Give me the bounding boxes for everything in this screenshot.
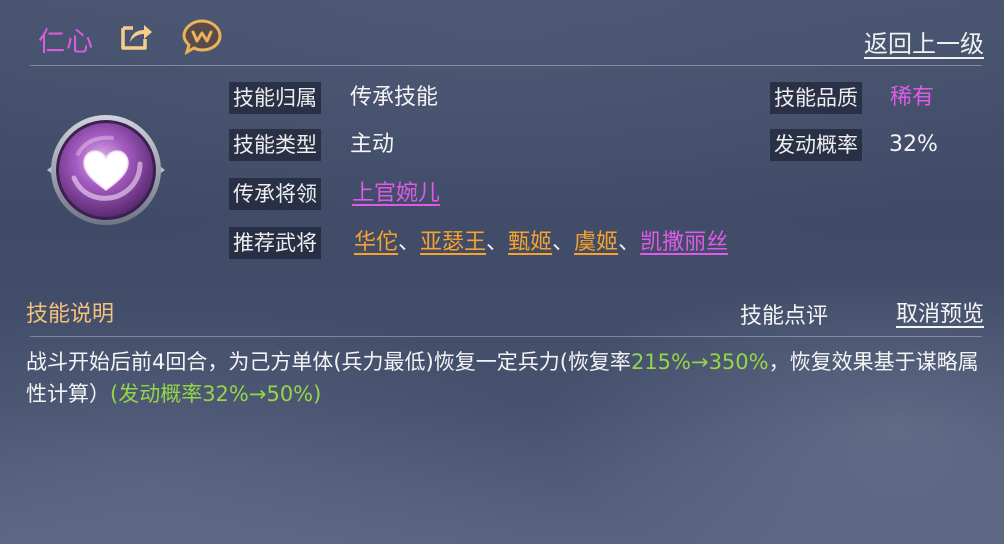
- skill-review-button[interactable]: 技能点评: [740, 298, 828, 330]
- separator: 、: [552, 230, 575, 255]
- belong-value: 传承技能: [350, 85, 439, 110]
- general-link[interactable]: 虞姬: [574, 230, 618, 255]
- general-link[interactable]: 亚瑟王: [420, 230, 486, 255]
- general-link[interactable]: 凯撒丽丝: [640, 230, 728, 255]
- skill-description: 战斗开始后前4回合，为己方单体(兵力最低)恢复一定兵力(恢复率215%→350%…: [26, 346, 986, 410]
- skill-emblem: [44, 108, 168, 232]
- description-upgrade-value: 215%→350%: [630, 350, 769, 374]
- separator: 、: [398, 230, 421, 255]
- share-icon[interactable]: [118, 19, 154, 53]
- type-value: 主动: [350, 132, 395, 157]
- back-button[interactable]: 返回上一级: [864, 24, 984, 59]
- quality-value: 稀有: [890, 85, 935, 110]
- header-divider: [30, 65, 982, 66]
- inherit-label: 传承将领: [229, 178, 321, 210]
- chance-label: 发动概率: [770, 129, 862, 161]
- cancel-preview-button[interactable]: 取消预览: [896, 296, 984, 328]
- skill-detail-panel: 仁心 返回上一级 技能归属 传承技能 技能类型 主动 传承将领 上官婉儿 推荐武…: [0, 0, 1004, 544]
- chat-bubble-icon[interactable]: [181, 18, 223, 56]
- description-upgrade-chance: (发动概率32%→50%): [110, 382, 322, 406]
- description-divider: [30, 336, 982, 337]
- type-label: 技能类型: [229, 129, 321, 161]
- general-link[interactable]: 华佗: [354, 230, 398, 255]
- description-title: 技能说明: [26, 302, 115, 327]
- recommended-generals: 华佗、亚瑟王、甄姬、虞姬、凯撒丽丝: [354, 227, 728, 259]
- skill-name: 仁心: [38, 27, 94, 58]
- inherit-general-link[interactable]: 上官婉儿: [352, 178, 440, 210]
- chance-value: 32%: [889, 132, 938, 157]
- description-text: 战斗开始后前4回合，为己方单体(兵力最低)恢复一定兵力(恢复率: [26, 350, 631, 374]
- separator: 、: [486, 230, 509, 255]
- general-link[interactable]: 甄姬: [508, 230, 552, 255]
- recommend-label: 推荐武将: [229, 227, 321, 259]
- belong-label: 技能归属: [229, 82, 321, 114]
- quality-label: 技能品质: [770, 82, 862, 114]
- separator: 、: [618, 230, 641, 255]
